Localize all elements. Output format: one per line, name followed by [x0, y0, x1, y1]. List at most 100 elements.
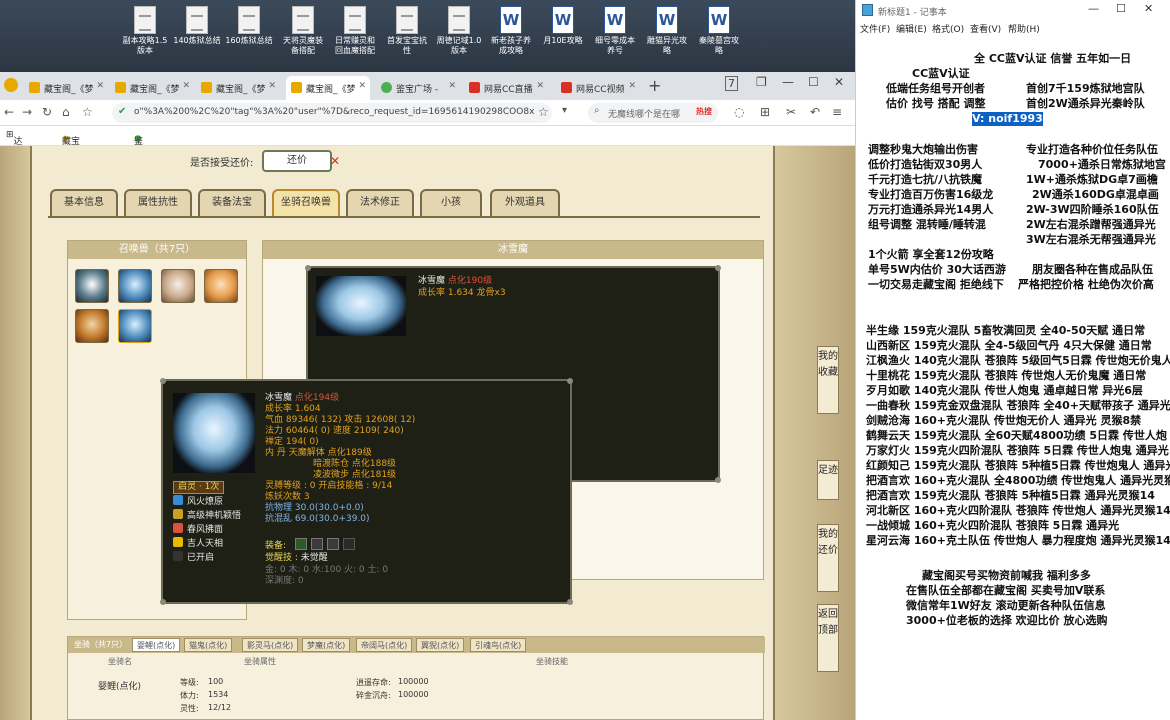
close-icon[interactable]: ✕: [358, 81, 366, 91]
text-file-icon: [134, 6, 156, 34]
tab-spell-mods[interactable]: 法术修正: [346, 189, 414, 217]
scissors-icon[interactable]: ✂: [786, 105, 796, 119]
extension-icon[interactable]: ◌: [734, 105, 744, 119]
skill-item[interactable]: 风火燎原: [173, 495, 223, 509]
menu-file[interactable]: 文件(F): [860, 22, 890, 35]
equip-slot-icon[interactable]: [327, 538, 339, 550]
notepad-text-area[interactable]: 全 CC蓝V认证 信誉 五年如一日 CC蓝V认证 低端任务组号开创者 首创7千1…: [856, 36, 1170, 720]
maximize-icon[interactable]: ☐: [1116, 2, 1126, 15]
browser-tab[interactable]: 藏宝阁_《梦 ✕: [196, 76, 280, 100]
skill-item[interactable]: 已开启: [173, 551, 214, 565]
skill-item[interactable]: 春风拂面: [173, 523, 223, 537]
browser-tab[interactable]: 网易CC视频 ✕: [556, 76, 640, 100]
tab-count-icon[interactable]: 7: [725, 76, 738, 91]
desktop-icon[interactable]: 140炼狱总结: [170, 4, 224, 70]
tab-equipment[interactable]: 装备法宝: [198, 189, 266, 217]
tab-mounts-pets[interactable]: 坐骑召唤兽: [272, 189, 340, 217]
menu-edit[interactable]: 编辑(E): [896, 22, 927, 35]
mount-tab[interactable]: 引魂鸟(点化): [470, 638, 527, 652]
equip-slot-icon[interactable]: [295, 538, 307, 550]
desktop-icon[interactable]: 秦陵墓宫攻 略: [692, 4, 746, 70]
equip-slot-icon[interactable]: [311, 538, 323, 550]
pet-portrait: [316, 276, 406, 336]
minimize-icon[interactable]: —: [1088, 2, 1099, 15]
close-icon[interactable]: ✕: [536, 81, 544, 91]
menu-view[interactable]: 查看(V): [970, 22, 1001, 35]
mount-tab[interactable]: 影灵马(点化): [242, 638, 299, 652]
skill-item[interactable]: 吉人天相: [173, 537, 223, 551]
tab-basic-info[interactable]: 基本信息: [50, 189, 118, 217]
new-tab-button[interactable]: +: [648, 76, 661, 95]
browser-tab[interactable]: 藏宝阁_《梦 ✕: [110, 76, 194, 100]
hot-search-badge[interactable]: 热搜: [696, 106, 712, 117]
browser-tab[interactable]: 藏宝阁_《梦 ✕: [24, 76, 108, 100]
skill-item[interactable]: 高级神机颖悟: [173, 509, 241, 523]
my-favorites-button[interactable]: 我的收藏: [817, 346, 839, 414]
bargain-label: 是否接受还价:: [190, 158, 254, 169]
menu-icon[interactable]: ≡: [832, 105, 842, 119]
close-window-icon[interactable]: ✕: [834, 75, 844, 89]
restore-icon[interactable]: ❐: [756, 75, 767, 89]
close-icon[interactable]: ✕: [1144, 2, 1153, 15]
desktop-icon[interactable]: 副本攻略1.5 版本: [118, 4, 172, 70]
menu-help[interactable]: 帮助(H): [1008, 22, 1040, 35]
text-line: 专业打造百万伤害16级龙: [868, 188, 994, 201]
mount-header: 坐骑（共7只）: [74, 640, 128, 649]
desktop-icon[interactable]: 月10E攻略: [536, 4, 590, 70]
mount-stat-value: 100: [208, 677, 224, 686]
tab-appearance[interactable]: 外观道具: [490, 189, 560, 217]
browser-tab-active[interactable]: 藏宝阁_《梦 ✕: [286, 76, 370, 100]
desktop-icon[interactable]: 新老孩子养 成攻略: [484, 4, 538, 70]
bargain-button[interactable]: 还价: [262, 150, 332, 172]
close-icon[interactable]: ✕: [268, 81, 276, 91]
pet-thumbnail[interactable]: [75, 269, 109, 303]
browser-tab[interactable]: 网易CC直播 ✕: [464, 76, 548, 100]
desktop-icon[interactable]: 细号零成本 养号: [588, 4, 642, 70]
equip-slot-icon[interactable]: [343, 538, 355, 550]
left-border: [0, 146, 30, 720]
mount-tab[interactable]: 翼猊(点化): [416, 638, 465, 652]
bookmark-star-icon[interactable]: ☆: [538, 105, 549, 119]
close-icon[interactable]: ✕: [182, 81, 190, 91]
desktop-icon[interactable]: 日常赚灵和 回血魔搭配: [328, 4, 382, 70]
maximize-icon[interactable]: ☐: [808, 75, 819, 89]
mount-tab[interactable]: 婴鲤(点化): [132, 638, 181, 652]
menu-format[interactable]: 格式(O): [932, 22, 964, 35]
grid-icon[interactable]: ⊞: [760, 105, 770, 119]
back-to-top-button[interactable]: 返回顶部: [817, 604, 839, 672]
desktop-icon[interactable]: 首发宝宝抗 性: [380, 4, 434, 70]
star-icon[interactable]: ☆: [82, 105, 93, 119]
tooltip-hp-attack: 气血 89346( 132) 攻击 12608( 12): [265, 415, 416, 425]
mount-tab[interactable]: 猫鬼(点化): [184, 638, 233, 652]
home-icon[interactable]: ⌂: [62, 105, 70, 119]
pet-thumbnail[interactable]: [204, 269, 238, 303]
close-icon[interactable]: ✕: [448, 81, 456, 91]
desktop-icon[interactable]: 160炼狱总结: [222, 4, 276, 70]
dropdown-icon[interactable]: ▾: [562, 105, 567, 116]
team-line: 星河云海 160+克土队伍 传世炮人 暴力程度炮 通异光灵猴14: [866, 534, 1170, 547]
reload-icon[interactable]: ↻: [42, 105, 52, 119]
desktop-icon[interactable]: 天将灵魔装 备搭配: [276, 4, 330, 70]
mount-tab[interactable]: 帝阔马(点化): [356, 638, 413, 652]
close-icon[interactable]: ✕: [628, 81, 636, 91]
url-input[interactable]: ✔ o"%3A%200%2C%20"tag"%3A%20"user"%7D&rec…: [112, 103, 552, 123]
pet-thumbnail-selected[interactable]: [118, 309, 152, 343]
footprint-button[interactable]: 足迹: [817, 460, 839, 500]
my-bargains-button[interactable]: 我的还价: [817, 524, 839, 592]
minimize-icon[interactable]: —: [782, 75, 794, 89]
tab-attributes[interactable]: 属性抗性: [124, 189, 192, 217]
close-icon[interactable]: ✕: [96, 81, 104, 91]
pet-thumbnail[interactable]: [161, 269, 195, 303]
desktop-icon[interactable]: 周德记域1.0 版本: [432, 4, 486, 70]
bookmark-item[interactable]: ⊞ 达人画廊: [6, 130, 23, 186]
undo-icon[interactable]: ↶: [810, 105, 820, 119]
browser-tab[interactable]: 鉴宝广场 - ✕: [376, 76, 460, 100]
tab-child[interactable]: 小孩: [420, 189, 482, 217]
back-icon[interactable]: ←: [4, 105, 14, 119]
forward-icon[interactable]: →: [22, 105, 32, 119]
mount-tab[interactable]: 梦魔(点化): [302, 638, 351, 652]
pet-thumbnail[interactable]: [118, 269, 152, 303]
pet-thumbnail[interactable]: [75, 309, 109, 343]
desktop-icon[interactable]: 雕猫异光攻 略: [640, 4, 694, 70]
highlighted-contact: V: noif1993: [972, 112, 1043, 126]
